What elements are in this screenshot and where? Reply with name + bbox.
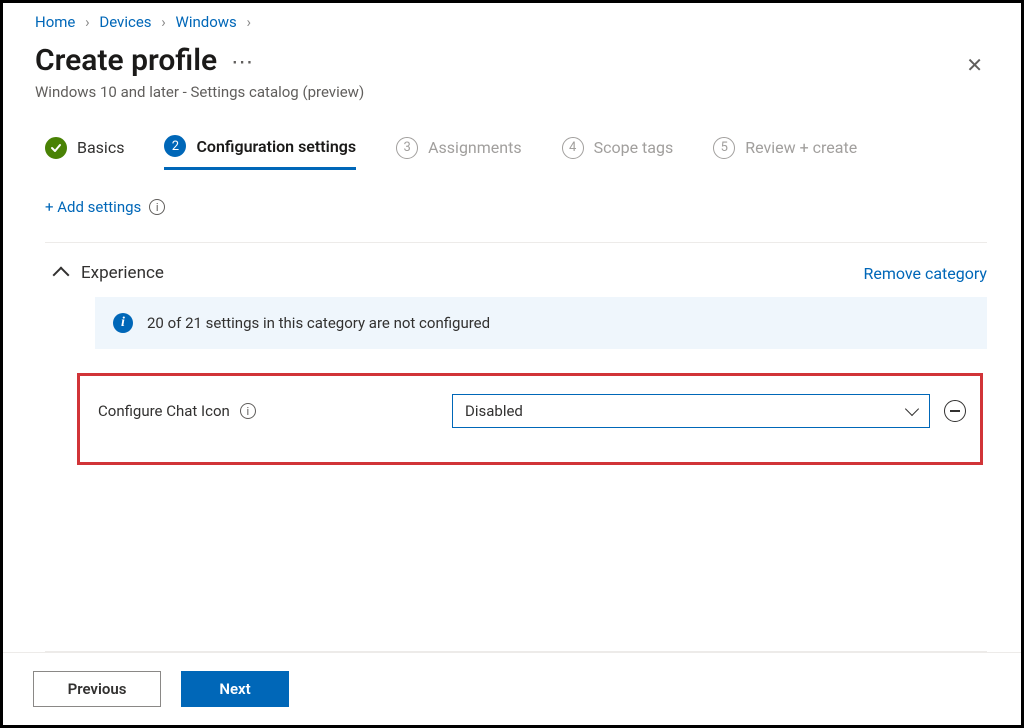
- breadcrumb-windows[interactable]: Windows: [176, 13, 237, 31]
- chevron-right-icon: ›: [85, 13, 90, 31]
- chevron-right-icon: ›: [247, 13, 252, 31]
- step-assignments[interactable]: 3 Assignments: [396, 137, 522, 169]
- setting-value: Disabled: [465, 402, 523, 420]
- more-actions-icon[interactable]: ⋯: [231, 50, 254, 75]
- step-label: Configuration settings: [196, 137, 356, 156]
- setting-value-dropdown[interactable]: Disabled: [452, 394, 930, 428]
- chevron-right-icon: ›: [161, 13, 166, 31]
- step-label: Basics: [77, 138, 124, 157]
- step-number-icon: 2: [164, 135, 186, 157]
- breadcrumb-home[interactable]: Home: [35, 13, 75, 31]
- info-banner-text: 20 of 21 settings in this category are n…: [147, 314, 490, 332]
- page-title: Create profile: [35, 43, 217, 78]
- breadcrumb-devices[interactable]: Devices: [99, 13, 151, 31]
- step-scope-tags[interactable]: 4 Scope tags: [562, 137, 674, 169]
- close-icon[interactable]: ✕: [960, 49, 989, 81]
- footer: Previous Next: [3, 652, 1021, 725]
- remove-setting-button[interactable]: [944, 400, 966, 422]
- info-icon[interactable]: i: [240, 403, 256, 419]
- step-number-icon: 4: [562, 137, 584, 159]
- minus-icon: [950, 410, 960, 412]
- step-configuration-settings[interactable]: 2 Configuration settings: [164, 135, 356, 170]
- page-subtitle: Windows 10 and later - Settings catalog …: [3, 81, 1021, 101]
- step-label: Scope tags: [594, 138, 674, 157]
- remove-category-link[interactable]: Remove category: [863, 264, 987, 283]
- step-basics[interactable]: Basics: [45, 137, 124, 169]
- add-settings-link[interactable]: + Add settings: [45, 198, 141, 216]
- step-number-icon: 5: [713, 137, 735, 159]
- highlighted-setting-area: Configure Chat Icon i Disabled: [77, 373, 983, 465]
- step-label: Review + create: [745, 138, 857, 157]
- step-review-create[interactable]: 5 Review + create: [713, 137, 857, 169]
- previous-button[interactable]: Previous: [33, 671, 161, 707]
- next-button[interactable]: Next: [181, 671, 289, 707]
- setting-label: Configure Chat Icon: [98, 402, 230, 420]
- category-name: Experience: [81, 263, 164, 283]
- breadcrumb: Home › Devices › Windows ›: [3, 3, 1021, 35]
- check-icon: [45, 137, 67, 159]
- info-icon[interactable]: i: [149, 199, 165, 215]
- info-banner: i 20 of 21 settings in this category are…: [95, 297, 987, 349]
- setting-row: Configure Chat Icon i Disabled: [98, 394, 966, 428]
- chevron-down-icon: [905, 402, 919, 416]
- step-number-icon: 3: [396, 137, 418, 159]
- info-icon: i: [113, 313, 133, 333]
- step-label: Assignments: [428, 138, 522, 157]
- wizard-steps: Basics 2 Configuration settings 3 Assign…: [3, 135, 1021, 170]
- chevron-up-icon[interactable]: [53, 267, 70, 284]
